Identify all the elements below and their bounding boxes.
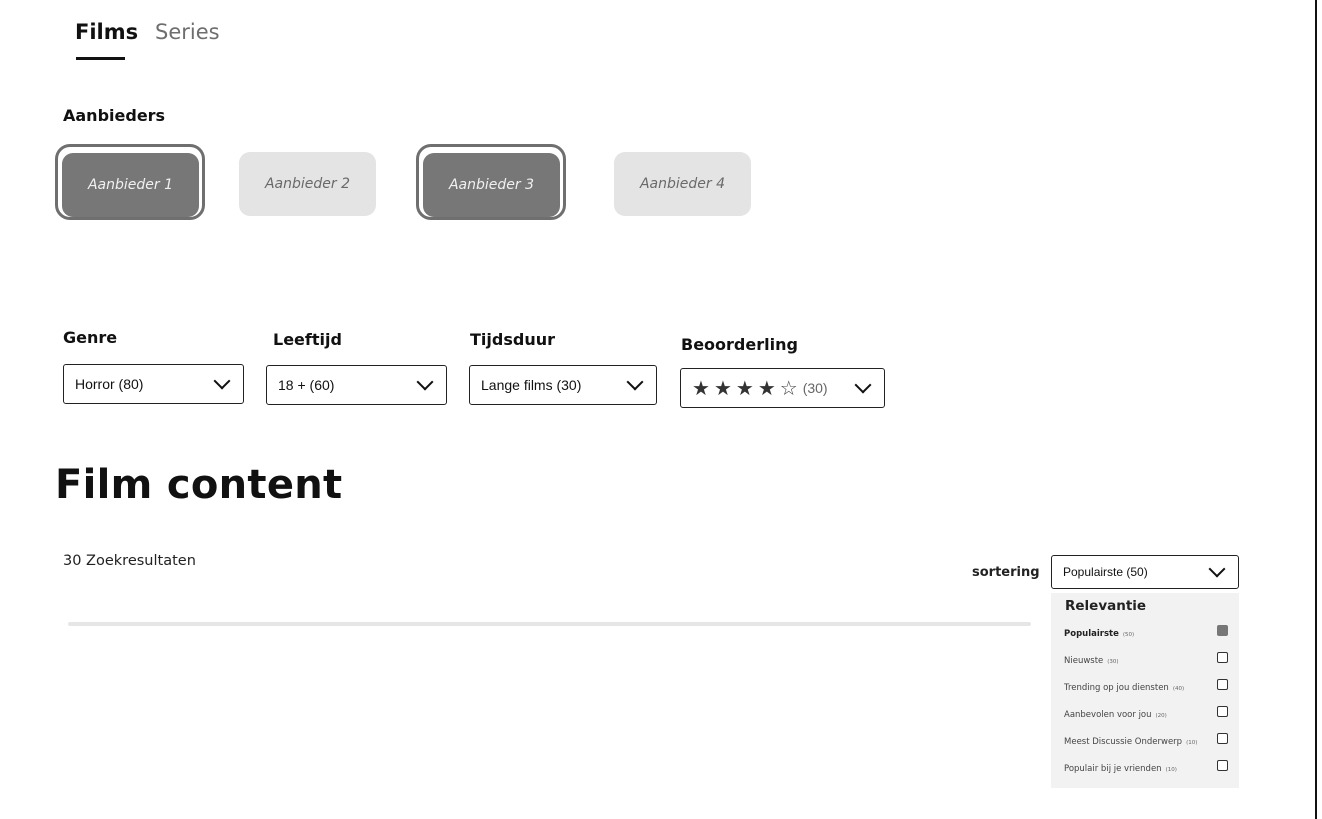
tab-series[interactable]: Series (155, 20, 220, 44)
sort-option-count: (40) (1172, 685, 1185, 692)
sort-option-populairste[interactable]: Populairste (50) (1064, 622, 1228, 639)
sort-option-label: Populair bij je vrienden (1064, 763, 1162, 774)
sort-option-discussie[interactable]: Meest Discussie Onderwerp (10) (1064, 730, 1228, 747)
sort-option-aanbevolen[interactable]: Aanbevolen voor jou (20) (1064, 703, 1228, 720)
age-select-value: 18 + (60) (278, 377, 335, 393)
active-tab-indicator (76, 57, 125, 60)
checkbox-icon[interactable] (1217, 759, 1228, 771)
checkbox-icon[interactable] (1217, 624, 1228, 636)
chevron-down-icon (626, 373, 644, 391)
genre-label: Genre (63, 328, 118, 347)
chevron-down-icon (1208, 560, 1226, 578)
star-filled-icon: ★ (757, 376, 776, 400)
checkbox-icon[interactable] (1217, 678, 1228, 690)
sort-option-vrienden[interactable]: Populair bij je vrienden (10) (1064, 757, 1228, 774)
results-divider (68, 622, 1031, 626)
star-filled-icon: ★ (692, 376, 710, 400)
provider-button-4[interactable]: Aanbieder 4 (614, 152, 751, 216)
sort-option-label: Aanbevolen voor jou (1064, 709, 1152, 720)
rating-count: (30) (802, 380, 828, 396)
page-edge-border (1315, 0, 1317, 819)
star-empty-icon: ☆ (779, 376, 798, 400)
sort-option-count: (10) (1165, 766, 1177, 773)
sort-option-count: (20) (1155, 712, 1167, 719)
star-filled-icon: ★ (713, 376, 732, 400)
duration-label: Tijdsduur (470, 330, 555, 349)
checkbox-icon[interactable] (1217, 732, 1228, 744)
genre-select-value: Horror (80) (75, 376, 144, 392)
chevron-down-icon (854, 376, 872, 394)
sort-option-count: (50) (1122, 631, 1135, 638)
tab-films[interactable]: Films (75, 20, 138, 44)
age-label: Leeftijd (273, 330, 342, 349)
sort-option-label: Populairste (1064, 628, 1119, 639)
checkbox-icon[interactable] (1217, 705, 1228, 717)
sort-group-heading: Relevantie (1065, 598, 1147, 614)
sort-option-nieuwste[interactable]: Nieuwste (30) (1064, 649, 1228, 666)
rating-select[interactable]: ★ ★ ★ ★ ☆ (30) (680, 368, 885, 408)
sort-option-label: Trending op jou diensten (1064, 682, 1169, 693)
genre-select[interactable]: Horror (80) (63, 364, 244, 404)
star-filled-icon: ★ (735, 376, 754, 400)
provider-button-1[interactable]: Aanbieder 1 (62, 153, 199, 217)
sort-option-label: Nieuwste (1064, 655, 1104, 666)
results-count: 30 Zoekresultaten (63, 553, 196, 569)
chevron-down-icon (416, 373, 434, 391)
sort-option-count: (30) (1107, 658, 1119, 665)
provider-button-2[interactable]: Aanbieder 2 (239, 152, 376, 216)
sort-label: sortering (972, 565, 1040, 580)
provider-button-3[interactable]: Aanbieder 3 (423, 153, 560, 217)
providers-heading: Aanbieders (63, 106, 166, 125)
rating-label: Beoorderling (681, 335, 798, 354)
duration-select[interactable]: Lange films (30) (469, 365, 657, 405)
checkbox-icon[interactable] (1217, 651, 1228, 663)
sort-option-count: (10) (1186, 739, 1198, 746)
star-rating: ★ ★ ★ ★ ☆ (30) (692, 376, 830, 400)
sort-select[interactable]: Populairste (50) (1051, 555, 1239, 589)
age-select[interactable]: 18 + (60) (266, 365, 447, 405)
duration-select-value: Lange films (30) (481, 377, 582, 393)
sort-dropdown-panel: Relevantie Populairste (50) Nieuwste (30) … (1051, 593, 1239, 788)
chevron-down-icon (213, 372, 231, 390)
sort-option-label: Meest Discussie Onderwerp (1064, 736, 1183, 747)
sort-select-value: Populairste (50) (1063, 565, 1148, 579)
sort-option-trending[interactable]: Trending op jou diensten (40) (1064, 676, 1228, 693)
page-title: Film content (55, 462, 343, 508)
